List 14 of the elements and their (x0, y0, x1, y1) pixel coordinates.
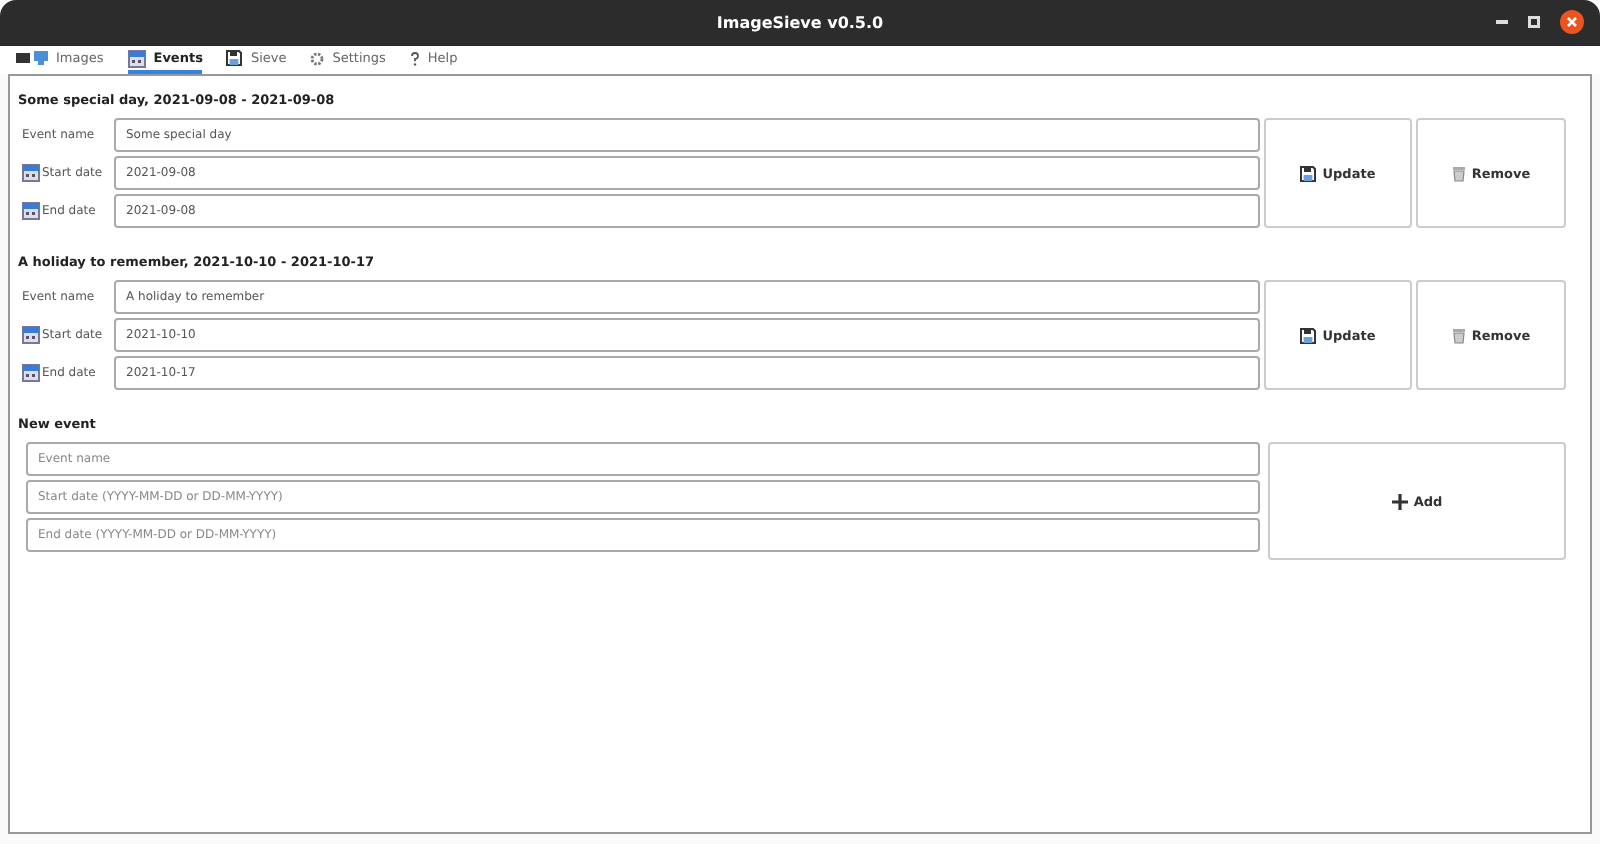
trash-icon (1451, 327, 1466, 343)
question-mark-icon (409, 51, 420, 65)
maximize-icon[interactable] (1528, 16, 1540, 28)
camera-and-monitor-icon (16, 50, 48, 66)
trash-icon (1451, 165, 1466, 181)
gear-icon (310, 51, 325, 65)
calendar-icon (22, 364, 40, 382)
calendar-icon (22, 164, 40, 182)
window-title: ImageSieve v0.5.0 (716, 14, 884, 32)
close-icon[interactable] (1560, 10, 1584, 34)
plus-icon (1391, 493, 1408, 509)
calendar-icon (22, 202, 40, 220)
calendar-icon (127, 49, 146, 67)
calendar-icon (22, 326, 40, 344)
